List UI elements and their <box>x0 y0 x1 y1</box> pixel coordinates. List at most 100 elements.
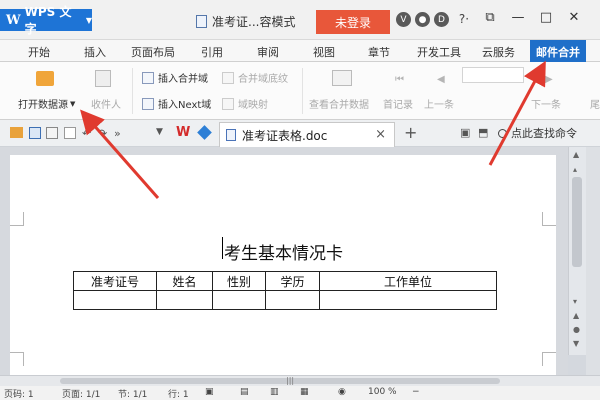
zoom-level[interactable]: 100 % <box>368 387 397 397</box>
document-tab[interactable]: 准考证表格.doc × <box>219 122 395 147</box>
select-browse-icon[interactable]: ● <box>573 325 580 334</box>
table-cell[interactable] <box>319 290 497 310</box>
scroll-down-icon[interactable]: ▾ <box>573 297 577 306</box>
full-screen-icon[interactable]: ▤ <box>240 387 249 397</box>
tab-developer[interactable]: 开发工具 <box>417 44 461 60</box>
window-title: 准考证...容模式 <box>196 13 295 30</box>
table-header-cell[interactable]: 工作单位 <box>319 271 497 291</box>
next-record-button[interactable]: 下一条 <box>531 96 561 111</box>
document-page[interactable]: 考生基本情况卡 准考证号 姓名 性别 学历 工作单位 <box>10 155 556 375</box>
eye-protect-icon[interactable]: ◉ <box>338 387 346 397</box>
tab-page-layout[interactable]: 页面布局 <box>131 44 175 60</box>
next-icon: ▶ <box>545 74 553 85</box>
table-cell[interactable] <box>73 290 157 310</box>
folder-icon[interactable] <box>36 71 54 86</box>
table-row <box>73 290 497 310</box>
print-preview-icon[interactable] <box>64 127 76 139</box>
table-header-cell[interactable]: 性别 <box>212 271 266 291</box>
login-button[interactable]: 未登录 <box>316 10 390 34</box>
insert-next-field-label: 插入Next域 <box>158 100 212 111</box>
recipients-button[interactable]: 收件人 <box>91 96 121 111</box>
eye-icon[interactable]: ● <box>415 12 430 27</box>
restore-window-icon[interactable]: ⧉ <box>482 10 498 25</box>
open-data-source-label: 打开数据源 <box>18 100 68 111</box>
insert-merge-field-label: 插入合并域 <box>158 74 208 85</box>
more-icon[interactable]: » <box>114 127 121 140</box>
share-icon[interactable]: ⬒ <box>478 126 488 139</box>
print-icon[interactable] <box>46 127 58 139</box>
previous-record-button[interactable]: 上一条 <box>424 96 454 111</box>
status-bar: 页码: 1 页面: 1/1 节: 1/1 行: 1 ▣ ▤ ▥ ▦ ◉ 100 … <box>0 386 600 400</box>
tab-view[interactable]: 视图 <box>313 44 335 60</box>
web-layout-icon[interactable]: ▥ <box>270 387 279 397</box>
close-tab-icon[interactable]: × <box>375 127 386 142</box>
ribbon-tabs: 开始 插入 页面布局 引用 审阅 视图 章节 开发工具 云服务 邮件合并 <box>0 40 600 62</box>
command-search-label: 点此查找命令 <box>511 127 577 140</box>
preview-icon <box>332 70 352 86</box>
add-tab-icon[interactable]: + <box>404 123 417 142</box>
help-icon[interactable]: ?· <box>453 12 475 27</box>
document-area: 考生基本情况卡 准考证号 姓名 性别 学历 工作单位 <box>0 147 568 375</box>
last-record-button[interactable]: 尾 <box>590 96 600 111</box>
v-icon[interactable]: V <box>396 12 411 27</box>
previous-page-icon[interactable]: ▲ <box>573 311 579 320</box>
document-heading[interactable]: 考生基本情况卡 <box>224 239 343 264</box>
scroll-up-icon[interactable]: ▴ <box>573 165 577 174</box>
zoom-out-icon[interactable]: − <box>412 387 420 397</box>
wps-home-icon[interactable]: W <box>176 125 190 140</box>
app-menu-button[interactable]: W WPS 文字 ▼ <box>0 5 92 36</box>
scroll-thumb[interactable] <box>572 177 582 267</box>
tab-references[interactable]: 引用 <box>201 44 223 60</box>
cube-icon[interactable] <box>197 125 212 140</box>
insert-merge-field-button[interactable]: 插入合并域 <box>142 70 208 85</box>
text-cursor <box>222 237 223 259</box>
scroll-thumb[interactable] <box>60 378 500 384</box>
open-folder-icon[interactable] <box>10 127 23 138</box>
table-cell[interactable] <box>265 290 320 310</box>
document-tab-label: 准考证表格.doc <box>242 128 328 143</box>
vertical-scrollbar[interactable]: ▲ ▴ ▾ ▲ ● ▼ <box>568 147 586 355</box>
field-mapping-button[interactable]: 域映射 <box>222 96 268 111</box>
print-layout-icon[interactable]: ▣ <box>205 387 214 397</box>
table-header-cell[interactable]: 姓名 <box>156 271 213 291</box>
view-merged-data-button[interactable]: 查看合并数据 <box>309 96 369 111</box>
chevron-down-icon[interactable]: ▼ <box>156 127 163 137</box>
table-header-row: 准考证号 姓名 性别 学历 工作单位 <box>73 271 497 291</box>
record-number-input[interactable] <box>462 67 524 83</box>
table-cell[interactable] <box>156 290 213 310</box>
minimize-icon[interactable]: — <box>510 10 526 25</box>
status-page-number: 页码: 1 <box>4 390 34 400</box>
save-icon[interactable] <box>29 127 41 139</box>
tab-mail-merge[interactable]: 邮件合并 <box>530 40 586 62</box>
side-panel <box>586 147 600 375</box>
close-icon[interactable]: ✕ <box>566 10 582 25</box>
d-icon[interactable]: D <box>434 12 449 27</box>
margin-mark <box>542 352 556 366</box>
maximize-icon[interactable]: □ <box>538 10 554 25</box>
outline-icon[interactable]: ▦ <box>300 387 309 397</box>
tab-start[interactable]: 开始 <box>28 44 50 60</box>
table-header-cell[interactable]: 准考证号 <box>73 271 157 291</box>
document-icon <box>226 129 236 141</box>
recipient-icon <box>95 70 111 87</box>
open-data-source-button[interactable]: 打开数据源 ▼ <box>18 96 75 112</box>
next-page-icon[interactable]: ▼ <box>573 339 579 348</box>
table-header-cell[interactable]: 学历 <box>265 271 320 291</box>
insert-next-field-button[interactable]: 插入Next域 <box>142 96 211 111</box>
scroll-top-icon[interactable]: ▲ <box>573 150 579 159</box>
tab-insert[interactable]: 插入 <box>84 44 106 60</box>
first-record-button[interactable]: 首记录 <box>383 96 413 111</box>
tab-cloud[interactable]: 云服务 <box>482 44 515 60</box>
tab-review[interactable]: 审阅 <box>257 44 279 60</box>
table-cell[interactable] <box>212 290 266 310</box>
command-search[interactable]: 点此查找命令 <box>498 125 577 141</box>
tab-chapter[interactable]: 章节 <box>368 44 390 60</box>
skin-icon[interactable]: ▣ <box>460 126 470 139</box>
title-icons: V ● D ?· <box>396 12 475 27</box>
grip-icon: ||| <box>286 376 295 385</box>
redo-icon[interactable]: ↷ <box>98 127 107 140</box>
undo-icon[interactable]: ↶ <box>82 127 91 140</box>
merge-field-shading-button[interactable]: 合并域底纹 <box>222 70 288 85</box>
horizontal-scrollbar[interactable]: ||| <box>0 375 600 386</box>
margin-mark <box>542 212 556 226</box>
